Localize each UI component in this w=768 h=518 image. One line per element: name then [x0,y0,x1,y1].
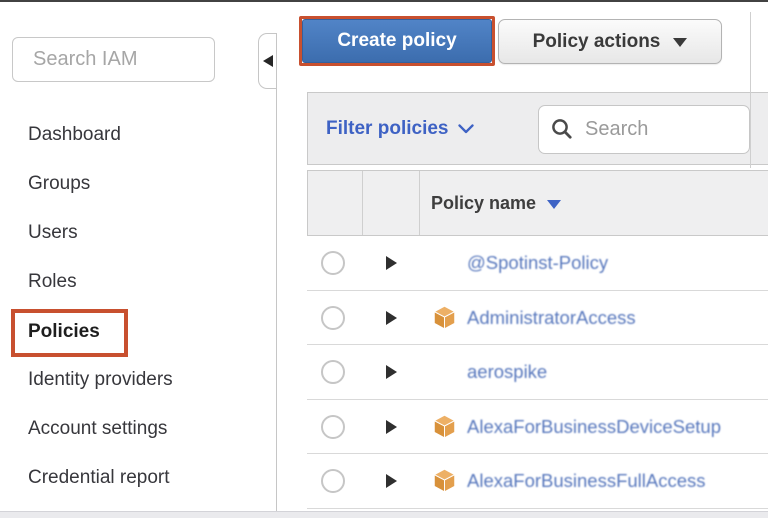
cropped-edge-line [750,12,751,168]
policy-name-link[interactable]: AdministratorAccess [467,307,636,329]
caret-down-icon [673,38,687,47]
policy-actions-label: Policy actions [533,31,661,53]
sidebar-item-policies[interactable]: Policies [0,307,276,356]
sidebar-item-label: Dashboard [28,124,121,146]
sort-arrow-icon [547,200,561,209]
filter-bar: Filter policies [307,92,768,165]
table-header: Policy name [307,170,768,236]
collapse-sidebar-button[interactable] [258,33,276,89]
expand-row-icon[interactable] [386,365,397,379]
table-row: AlexaForBusinessFullAccess [307,454,768,509]
policy-name-header-label: Policy name [431,193,536,214]
sidebar-item-label: Policies [28,321,100,343]
row-radio-button[interactable] [321,251,345,275]
expand-row-icon[interactable] [386,311,397,325]
expand-row-icon[interactable] [386,256,397,270]
filter-policies-dropdown[interactable]: Filter policies [326,93,474,164]
sidebar-item-credential-report[interactable]: Credential report [0,453,276,502]
table-row: AlexaForBusinessDeviceSetup [307,400,768,455]
expand-row-icon[interactable] [386,474,397,488]
sidebar-item-groups[interactable]: Groups [0,159,276,208]
row-radio-button[interactable] [321,360,345,384]
sidebar-item-label: Credential report [28,467,170,489]
column-separator [362,171,363,235]
row-radio-button[interactable] [321,415,345,439]
expand-row-icon[interactable] [386,420,397,434]
sidebar-item-label: Identity providers [28,369,173,391]
footer-strip [0,511,768,518]
console-navbar-edge [0,0,768,2]
filter-policies-label: Filter policies [326,118,448,140]
sidebar-item-account-settings[interactable]: Account settings [0,404,276,453]
chevron-down-icon [458,124,474,134]
sidebar-item-users[interactable]: Users [0,208,276,257]
policy-actions-button[interactable]: Policy actions [498,19,722,64]
table-row: aerospike [307,345,768,400]
policy-name-link[interactable]: @Spotinst-Policy [467,252,608,274]
policy-name-column-header[interactable]: Policy name [431,171,561,235]
policy-name-link[interactable]: AlexaForBusinessDeviceSetup [467,416,721,438]
table-body: @Spotinst-Policy AdministratorAccess aer… [307,236,768,509]
sidebar-item-label: Roles [28,271,77,293]
sidebar-item-dashboard[interactable]: Dashboard [0,110,276,159]
aws-managed-policy-icon [432,305,457,330]
sidebar-item-identity-providers[interactable]: Identity providers [0,355,276,404]
create-policy-button[interactable]: Create policy [302,19,492,63]
aws-managed-policy-icon [432,468,457,493]
row-radio-button[interactable] [321,469,345,493]
table-row: @Spotinst-Policy [307,236,768,291]
aws-managed-policy-icon [432,414,457,439]
policy-name-link[interactable]: aerospike [467,361,547,383]
column-separator [419,171,420,235]
row-radio-button[interactable] [321,306,345,330]
sidebar-search-input[interactable] [12,37,215,82]
table-row: AdministratorAccess [307,291,768,346]
sidebar-item-label: Users [28,222,78,244]
pane-divider [276,33,277,511]
policy-search-input[interactable] [538,105,750,154]
sidebar-item-label: Groups [28,173,90,195]
sidebar-item-label: Account settings [28,418,167,440]
policy-name-link[interactable]: AlexaForBusinessFullAccess [467,470,706,492]
sidebar-item-roles[interactable]: Roles [0,257,276,306]
iam-policies-page: Dashboard Groups Users Roles Policies Id… [0,0,768,518]
collapse-arrow-icon [263,55,273,67]
